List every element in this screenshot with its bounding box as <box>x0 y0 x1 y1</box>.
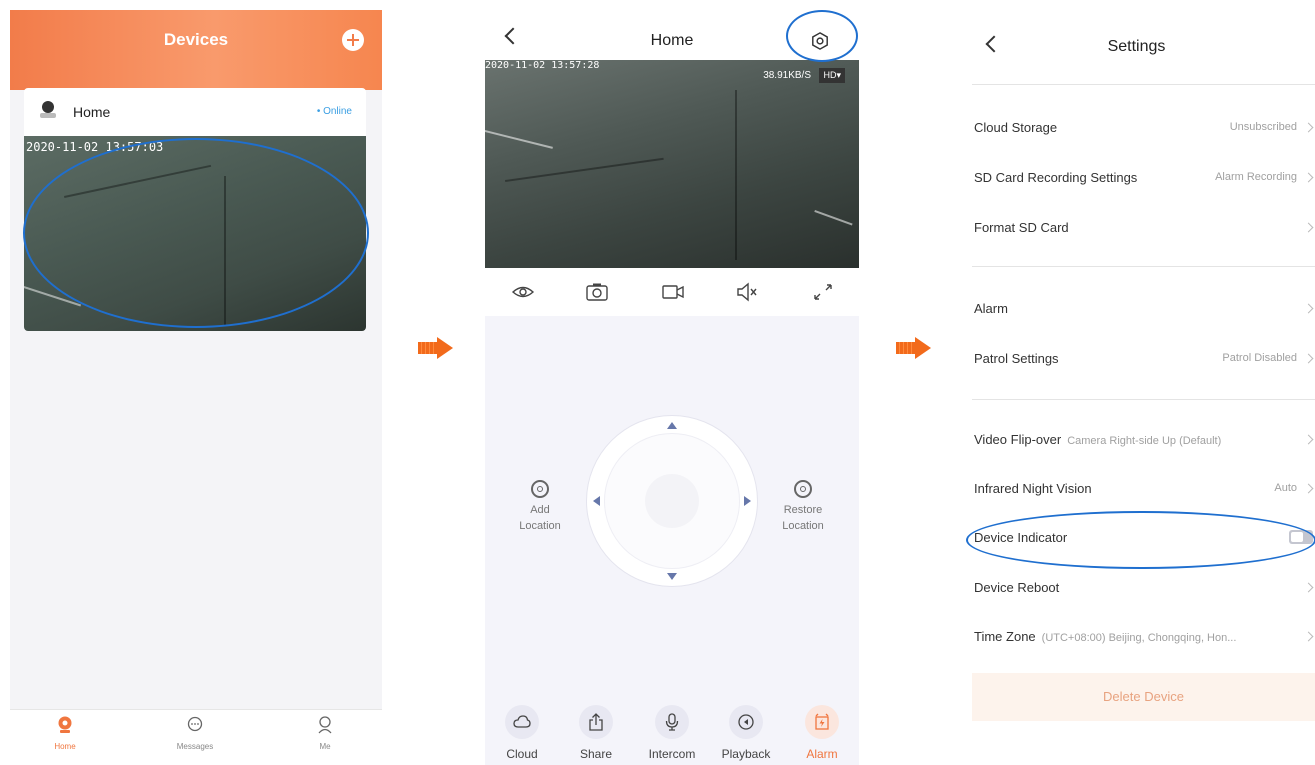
tab-home[interactable]: Home <box>30 716 100 751</box>
setting-device-reboot[interactable]: Device Reboot <box>974 578 1315 598</box>
chevron-right-icon <box>1303 222 1314 233</box>
chevron-right-icon <box>1303 483 1314 494</box>
eye-icon[interactable] <box>511 282 535 302</box>
add-device-icon[interactable] <box>342 29 364 51</box>
highlight-ellipse <box>966 511 1315 569</box>
chevron-right-icon <box>1303 631 1314 642</box>
chevron-right-icon <box>1303 172 1314 183</box>
setting-night-vision[interactable]: Infrared Night Vision Auto <box>974 479 1315 499</box>
live-video[interactable]: 2020-11-02 13:57:28 38.91KB/S HD▾ <box>485 60 859 268</box>
restore-icon <box>794 480 812 498</box>
device-row[interactable]: Home • Online <box>24 88 366 136</box>
share-button[interactable]: Share <box>562 705 630 761</box>
restore-location-button[interactable]: Restore Location <box>763 480 843 534</box>
setting-patrol[interactable]: Patrol Settings Patrol Disabled <box>974 349 1315 369</box>
pan-left-icon[interactable] <box>593 496 600 506</box>
status-badge: • Online <box>316 106 352 117</box>
arrow-right-icon <box>418 337 454 359</box>
playback-button[interactable]: Playback <box>712 705 780 761</box>
video-toolbar <box>485 268 859 316</box>
setting-sd-recording[interactable]: SD Card Recording Settings Alarm Recordi… <box>974 168 1315 188</box>
alarm-icon <box>815 713 829 730</box>
highlight-ellipse <box>23 138 369 328</box>
record-icon[interactable] <box>661 282 685 302</box>
ptz-center[interactable] <box>645 474 699 528</box>
page-title: Settings <box>1107 38 1166 55</box>
setting-alarm[interactable]: Alarm <box>974 299 1315 319</box>
playback-icon <box>738 714 754 730</box>
share-icon <box>589 713 603 731</box>
chevron-right-icon <box>1303 353 1314 364</box>
setting-time-zone[interactable]: Time Zone (UTC+08:00) Beijing, Chongqing,… <box>974 627 1315 647</box>
devices-screen: Devices Home • Online 2020-11-02 13:57:0… <box>10 10 382 765</box>
tab-messages[interactable]: Messages <box>160 716 230 751</box>
profile-icon <box>318 716 332 734</box>
highlight-ellipse <box>786 10 858 62</box>
delete-device-button[interactable]: Delete Device <box>972 673 1315 721</box>
cloud-button[interactable]: Cloud <box>488 705 556 761</box>
tab-bar: Home Messages Me <box>10 709 382 765</box>
alarm-button[interactable]: Alarm <box>788 705 856 761</box>
intercom-button[interactable]: Intercom <box>638 705 706 761</box>
setting-cloud-storage[interactable]: Cloud Storage Unsubscribed <box>974 118 1315 138</box>
messages-icon <box>187 716 203 732</box>
quality-dropdown[interactable]: HD▾ <box>819 68 845 83</box>
setting-format-sd[interactable]: Format SD Card <box>974 218 1315 238</box>
tab-me[interactable]: Me <box>290 716 360 751</box>
settings-screen: Settings Cloud Storage Unsubscribed SD C… <box>958 10 1315 765</box>
devices-header: Devices <box>10 10 382 90</box>
location-target-icon <box>531 480 549 498</box>
pan-right-icon[interactable] <box>744 496 751 506</box>
ptz-control[interactable] <box>587 416 757 586</box>
fullscreen-icon[interactable] <box>811 282 835 302</box>
setting-video-flip[interactable]: Video Flip-over Camera Right-side Up (Def… <box>974 430 1315 450</box>
chevron-right-icon <box>1303 434 1314 445</box>
page-title: Devices <box>163 30 229 49</box>
snapshot-icon[interactable] <box>585 282 609 302</box>
cloud-icon <box>513 715 531 728</box>
live-view-screen: Home 2020-11-02 13:57:28 38.91KB/S HD▾ A… <box>485 10 859 765</box>
camera-icon <box>40 101 56 119</box>
pan-up-icon[interactable] <box>667 422 677 429</box>
microphone-icon <box>665 713 679 731</box>
video-timestamp: 2020-11-02 13:57:28 <box>485 60 600 71</box>
camera-home-icon <box>58 716 72 733</box>
add-location-button[interactable]: Add Location <box>500 480 580 534</box>
chevron-right-icon <box>1303 303 1314 314</box>
arrow-right-icon <box>896 337 932 359</box>
device-name: Home <box>73 104 111 120</box>
chevron-right-icon <box>1303 582 1314 593</box>
pan-down-icon[interactable] <box>667 573 677 580</box>
bitrate-label: 38.91KB/S <box>763 70 811 81</box>
chevron-right-icon <box>1303 122 1314 133</box>
mute-icon[interactable] <box>735 282 759 302</box>
